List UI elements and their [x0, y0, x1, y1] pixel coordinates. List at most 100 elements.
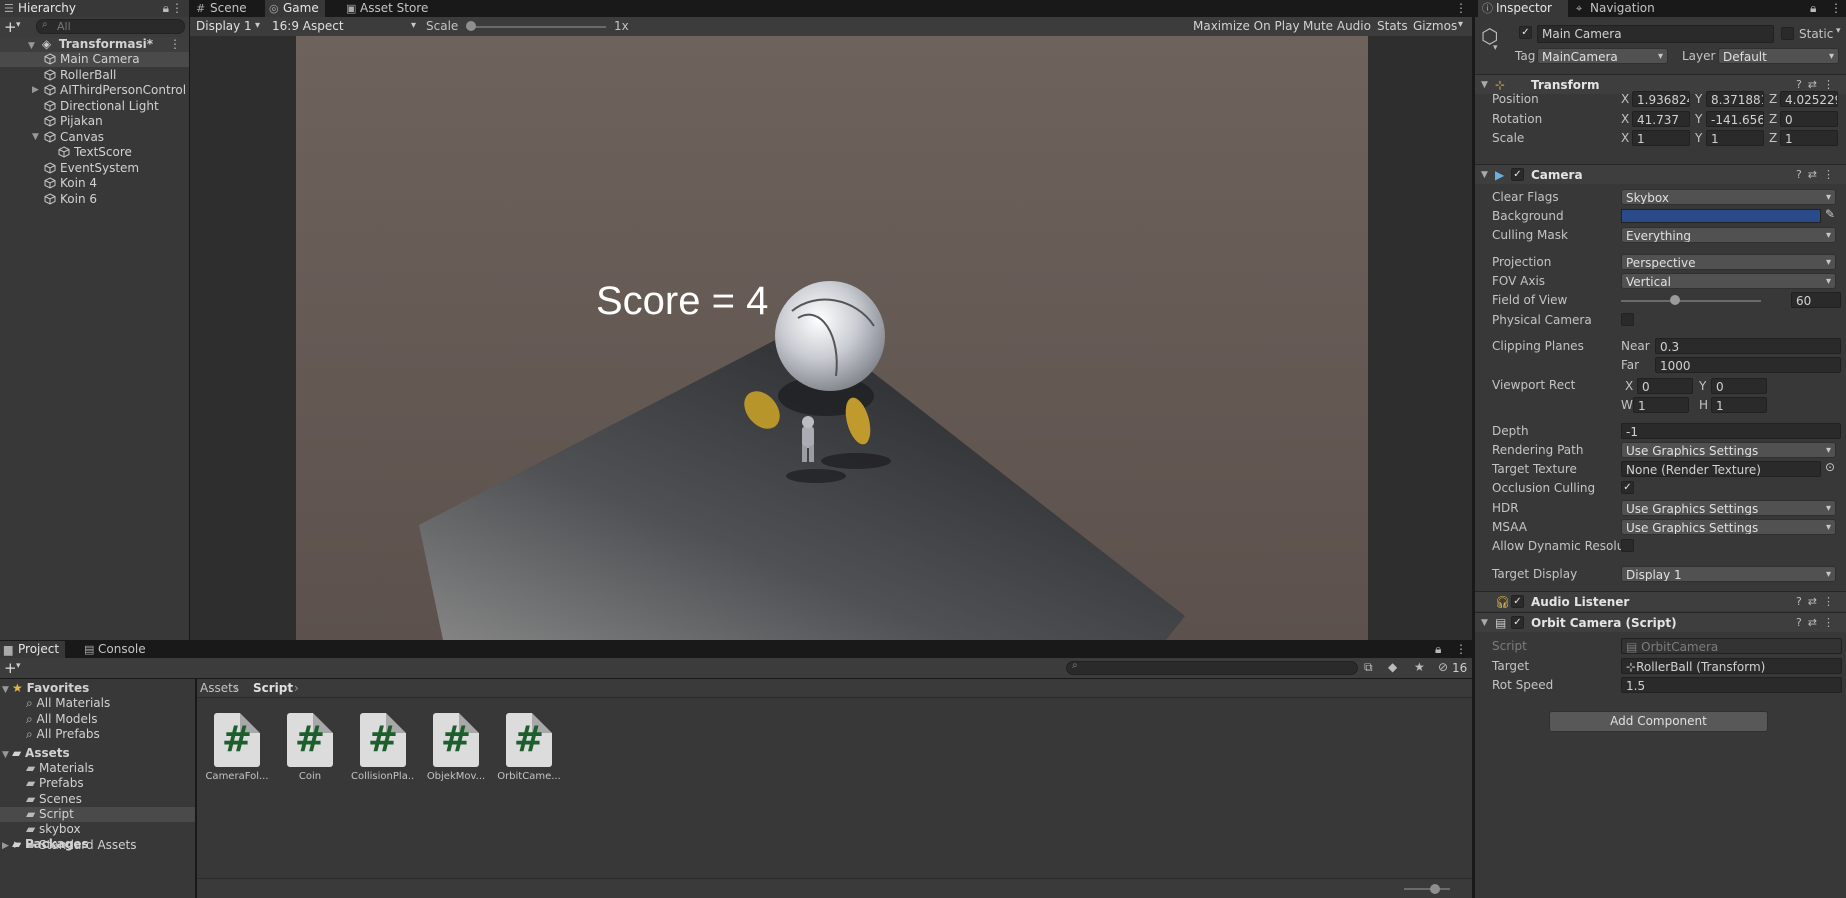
rotation-x-input[interactable]: 41.737 — [1632, 111, 1690, 127]
project-search-input[interactable]: ⌕ — [1066, 660, 1358, 675]
hierarchy-item[interactable]: ▶ AIThirdPersonControl — [0, 83, 189, 98]
culling-mask-dropdown[interactable]: Everything — [1621, 227, 1836, 243]
hidden-packages-icon[interactable]: ⊘ — [1438, 660, 1448, 674]
camera-enabled-checkbox[interactable]: ✓ — [1511, 168, 1524, 181]
gizmos-chevron-icon[interactable]: ▾ — [1458, 19, 1463, 30]
orbit-camera-header[interactable]: ▼ ▤ ✓ Orbit Camera (Script) ?⇄⋮ — [1475, 612, 1846, 632]
component-menu-icons[interactable]: ?⇄⋮ — [1796, 592, 1840, 612]
create-icon[interactable]: + — [4, 659, 17, 677]
mute-audio-button[interactable]: Mute Audio — [1298, 17, 1376, 35]
expand-arrow-icon[interactable]: ▼ — [32, 130, 42, 145]
static-chevron-icon[interactable]: ▾ — [1836, 26, 1841, 36]
stats-button[interactable]: Stats — [1372, 17, 1413, 35]
scale-x-input[interactable]: 1 — [1632, 130, 1690, 146]
position-x-input[interactable]: 1.936824 — [1632, 91, 1690, 107]
hierarchy-item[interactable]: Pijakan — [0, 114, 189, 129]
far-input[interactable]: 1000 — [1655, 357, 1841, 373]
collapse-arrow-icon[interactable]: ▼ — [1481, 165, 1488, 185]
tab-inspector[interactable]: ⓘ Inspector — [1478, 0, 1568, 17]
object-picker-icon[interactable]: ⊙ — [1825, 460, 1835, 474]
hierarchy-item[interactable]: Koin 4 — [0, 176, 189, 191]
packages-row[interactable]: ▶ ▰ Packages — [0, 837, 195, 852]
clear-flags-dropdown[interactable]: Skybox — [1621, 189, 1836, 205]
fov-slider[interactable] — [1621, 300, 1761, 302]
component-menu-icons[interactable]: ?⇄⋮ — [1796, 613, 1840, 633]
breadcrumb-script[interactable]: Script — [253, 679, 293, 698]
layer-dropdown[interactable]: Default — [1718, 48, 1839, 64]
inspector-kebab-icon[interactable]: ⋮ — [1830, 0, 1842, 17]
background-color-swatch[interactable] — [1621, 209, 1821, 223]
inspector-lock-icon[interactable]: 🔒︎ — [1810, 0, 1816, 17]
label-icon[interactable]: ◆ — [1388, 660, 1397, 674]
dynamic-resolution-checkbox[interactable] — [1621, 539, 1634, 552]
rendering-path-dropdown[interactable]: Use Graphics Settings — [1621, 442, 1836, 458]
near-input[interactable]: 0.3 — [1655, 338, 1841, 354]
aspect-dropdown[interactable]: 16:9 Aspect — [268, 18, 420, 34]
icon-size-handle[interactable] — [1430, 884, 1440, 894]
rot-speed-input[interactable]: 1.5 — [1621, 677, 1842, 693]
orbit-enabled-checkbox[interactable]: ✓ — [1511, 616, 1524, 629]
viewport-h-input[interactable]: 1 — [1711, 397, 1767, 413]
position-z-input[interactable]: 4.025229 — [1780, 91, 1838, 107]
msaa-dropdown[interactable]: Use Graphics Settings — [1621, 519, 1836, 535]
kebab-menu-icon[interactable]: ⋮ — [171, 0, 183, 17]
hierarchy-search-input[interactable]: ⌕ All — [36, 19, 185, 34]
hdr-dropdown[interactable]: Use Graphics Settings — [1621, 500, 1836, 516]
maximize-on-play-button[interactable]: Maximize On Play — [1188, 17, 1305, 35]
fov-input[interactable]: 60 — [1791, 292, 1841, 308]
viewport-y-input[interactable]: 0 — [1711, 378, 1767, 394]
script-asset[interactable]: # ObjekMov... — [424, 713, 488, 782]
script-asset[interactable]: # CollisionPla... — [351, 713, 415, 782]
lock-icon[interactable]: 🔒︎ — [163, 0, 169, 17]
rotation-z-input[interactable]: 0 — [1780, 111, 1838, 127]
gizmos-button[interactable]: Gizmos — [1408, 17, 1462, 35]
tab-navigation[interactable]: ⌖ Navigation — [1572, 0, 1661, 17]
static-checkbox[interactable] — [1781, 27, 1794, 40]
assets-row[interactable]: ▼ ▰ Assets — [0, 746, 195, 761]
tab-game[interactable]: ◎ Game — [265, 0, 325, 17]
folder-item[interactable]: ▰ Prefabs — [0, 776, 195, 791]
project-lock-icon[interactable]: 🔒︎ — [1435, 641, 1441, 658]
position-y-input[interactable]: 8.371881 — [1706, 91, 1764, 107]
script-asset[interactable]: # OrbitCame... — [497, 713, 561, 782]
scene-kebab-icon[interactable]: ⋮ — [169, 37, 181, 52]
target-field[interactable]: ⊹RollerBall (Transform) — [1621, 658, 1842, 674]
tab-project[interactable]: ▆ Project — [0, 641, 66, 658]
scale-slider-handle[interactable] — [466, 21, 476, 31]
icon-size-slider[interactable] — [1404, 888, 1450, 890]
target-display-dropdown[interactable]: Display 1 — [1621, 566, 1836, 582]
favorite-star-icon[interactable]: ★ — [1414, 660, 1425, 674]
collapse-arrow-icon[interactable]: ▼ — [1481, 75, 1488, 95]
object-name-input[interactable]: Main Camera — [1537, 25, 1774, 43]
chevron-down-icon[interactable]: ▾ — [16, 20, 21, 30]
hierarchy-item[interactable]: ▼ Canvas — [0, 130, 189, 145]
hierarchy-item[interactable]: Directional Light — [0, 99, 189, 114]
folder-item[interactable]: ▰ Scenes — [0, 792, 195, 807]
tab-asset-store[interactable]: ▣ Asset Store — [342, 0, 434, 17]
fov-axis-dropdown[interactable]: Vertical — [1621, 273, 1836, 289]
search-by-type-icon[interactable]: ⧉ — [1364, 660, 1373, 675]
collapse-arrow-icon[interactable]: ▼ — [1481, 613, 1488, 633]
physical-camera-checkbox[interactable] — [1621, 313, 1634, 326]
folder-item[interactable]: ▰ Materials — [0, 761, 195, 776]
active-checkbox[interactable]: ✓ — [1519, 26, 1532, 39]
favorite-item[interactable]: ⌕ All Materials — [0, 696, 195, 711]
hierarchy-item[interactable]: TextScore — [0, 145, 189, 160]
projection-dropdown[interactable]: Perspective — [1621, 254, 1836, 270]
hierarchy-item[interactable]: Koin 6 — [0, 192, 189, 207]
center-kebab-icon[interactable]: ⋮ — [1455, 0, 1467, 17]
scale-slider[interactable] — [466, 26, 606, 28]
depth-input[interactable]: -1 — [1621, 423, 1841, 439]
expand-arrow-icon[interactable]: ▶ — [2, 839, 12, 854]
favorite-item[interactable]: ⌕ All Prefabs — [0, 727, 195, 742]
scene-root[interactable]: ▼ ◈ Transformasi* ⋮ — [0, 37, 189, 52]
tab-scene[interactable]: # Scene — [192, 0, 253, 17]
viewport-x-input[interactable]: 0 — [1637, 378, 1693, 394]
favorite-item[interactable]: ⌕ All Models — [0, 712, 195, 727]
add-icon[interactable]: + — [4, 18, 17, 36]
eyedropper-icon[interactable]: ✎ — [1825, 207, 1835, 221]
add-component-button[interactable]: Add Component — [1549, 711, 1768, 732]
fov-slider-handle[interactable] — [1670, 295, 1680, 305]
folder-item[interactable]: ▰ Script — [0, 806, 195, 822]
audio-enabled-checkbox[interactable]: ✓ — [1511, 595, 1524, 608]
